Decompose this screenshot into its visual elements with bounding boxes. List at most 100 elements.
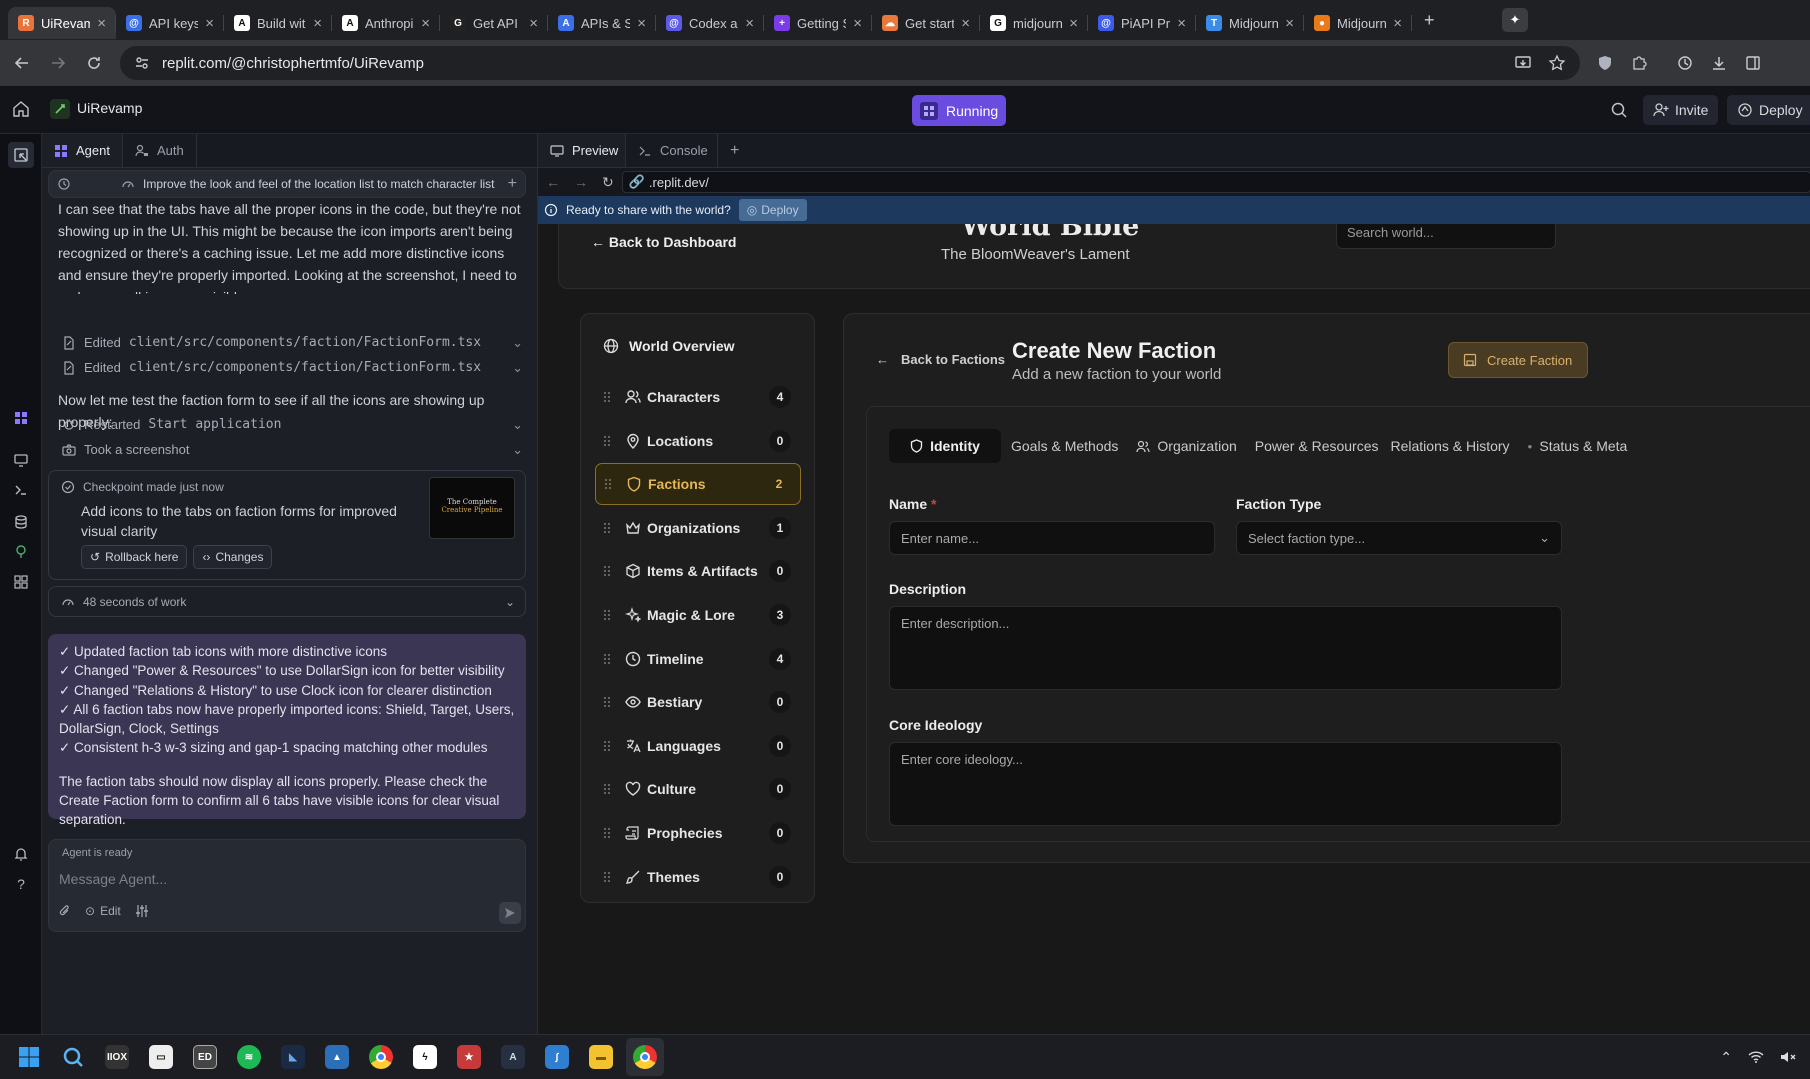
back-to-factions-link[interactable]: ← Back to Factions bbox=[876, 352, 1005, 367]
browser-tab[interactable]: T Midjourne × bbox=[1196, 7, 1304, 39]
browser-tab[interactable]: A Anthropic × bbox=[332, 7, 440, 39]
drag-handle-icon[interactable] bbox=[595, 609, 619, 621]
nav-item-items-artifacts[interactable]: Items & Artifacts 0 bbox=[595, 550, 801, 592]
chevron-down-icon[interactable]: ⌄ bbox=[512, 335, 523, 351]
help-icon[interactable]: ? bbox=[11, 874, 31, 894]
address-bar[interactable]: replit.com/@christophertmfo/UiRevamp bbox=[120, 46, 1580, 80]
files-icon[interactable] bbox=[8, 142, 34, 168]
search-icon[interactable] bbox=[1610, 101, 1628, 119]
close-tab-icon[interactable]: × bbox=[961, 15, 970, 32]
browser-tab[interactable]: ● Midjourne × bbox=[1304, 7, 1412, 39]
chevron-down-icon[interactable]: ⌄ bbox=[512, 417, 523, 433]
nav-item-characters[interactable]: Characters 4 bbox=[595, 376, 801, 418]
work-duration-row[interactable]: 48 seconds of work ⌄ bbox=[48, 586, 526, 617]
sliders-icon[interactable] bbox=[135, 904, 149, 918]
tab-goals-methods[interactable]: Goals & Methods bbox=[1003, 429, 1126, 463]
send-button[interactable] bbox=[499, 902, 521, 924]
tab-preview[interactable]: Preview bbox=[538, 134, 626, 167]
edit-app-icon[interactable]: ED bbox=[186, 1038, 224, 1076]
integrations-icon[interactable] bbox=[11, 542, 31, 562]
drag-handle-icon[interactable] bbox=[595, 653, 619, 665]
drag-handle-icon[interactable] bbox=[596, 478, 620, 490]
shield-extension-icon[interactable] bbox=[1588, 46, 1622, 80]
restart-action[interactable]: Restarted Start application ⌄ bbox=[42, 412, 537, 437]
install-app-icon[interactable] bbox=[1514, 54, 1532, 72]
close-tab-icon[interactable]: × bbox=[421, 15, 430, 32]
tab-agent[interactable]: Agent bbox=[42, 134, 123, 167]
nav-item-culture[interactable]: Culture 0 bbox=[595, 768, 801, 810]
message-input[interactable]: Message Agent... bbox=[59, 871, 167, 887]
download-icon[interactable] bbox=[1702, 46, 1736, 80]
console-rail-icon[interactable] bbox=[11, 480, 31, 500]
nav-item-locations[interactable]: Locations 0 bbox=[595, 420, 801, 462]
drag-handle-icon[interactable] bbox=[595, 565, 619, 577]
nav-item-factions[interactable]: Factions 2 bbox=[595, 463, 801, 506]
current-task-bar[interactable]: Improve the look and feel of the locatio… bbox=[48, 170, 526, 198]
edit-mode-button[interactable]: ⊙ Edit bbox=[85, 904, 121, 918]
close-tab-icon[interactable]: × bbox=[205, 15, 214, 32]
nav-item-prophecies[interactable]: Prophecies 0 bbox=[595, 812, 801, 854]
drag-handle-icon[interactable] bbox=[595, 827, 619, 839]
checkpoint-screenshot-thumbnail[interactable]: The Complete Creative Pipeline bbox=[429, 477, 515, 539]
extensions-puzzle-icon[interactable] bbox=[1622, 46, 1656, 80]
preview-reload-icon[interactable]: ↻ bbox=[602, 174, 614, 191]
chevron-down-icon[interactable]: ⌄ bbox=[505, 595, 515, 609]
drag-handle-icon[interactable] bbox=[595, 871, 619, 883]
vscode-app-icon[interactable]: ◣ bbox=[274, 1038, 312, 1076]
close-tab-icon[interactable]: × bbox=[97, 15, 106, 32]
nav-item-themes[interactable]: Themes 0 bbox=[595, 856, 801, 898]
tray-chevron-up-icon[interactable]: ⌃ bbox=[1720, 1049, 1732, 1066]
preview-forward-icon[interactable]: → bbox=[574, 174, 588, 190]
bolt-app-icon[interactable]: ϟ bbox=[406, 1038, 444, 1076]
edit-action[interactable]: Edited client/src/components/faction/Fac… bbox=[42, 355, 537, 380]
site-info-icon[interactable] bbox=[134, 55, 150, 71]
browser-tab[interactable]: @ PiAPI Prici × bbox=[1088, 7, 1196, 39]
browser-tab[interactable]: R UiRevamp × bbox=[8, 7, 116, 39]
tab-organization[interactable]: Organization bbox=[1128, 429, 1244, 463]
preview-rail-icon[interactable] bbox=[11, 450, 31, 470]
nav-item-languages[interactable]: Languages 0 bbox=[595, 725, 801, 767]
world-overview-link[interactable]: World Overview bbox=[603, 338, 735, 354]
back-to-dashboard-link[interactable]: ← Back to Dashboard bbox=[591, 234, 736, 250]
wifi-icon[interactable] bbox=[1748, 1050, 1764, 1064]
browser-tab[interactable]: Gmidjourne × bbox=[980, 7, 1088, 39]
create-faction-button[interactable]: Create Faction bbox=[1448, 342, 1588, 378]
browser-tab[interactable]: G Get API ke × bbox=[440, 7, 548, 39]
gemini-sparkle-icon[interactable]: ✦ bbox=[1502, 8, 1528, 32]
paperclip-icon[interactable] bbox=[59, 904, 71, 918]
back-arrow-icon[interactable] bbox=[4, 45, 40, 81]
browser-tab[interactable]: A Build with × bbox=[224, 7, 332, 39]
nav-item-bestiary[interactable]: Bestiary 0 bbox=[595, 681, 801, 723]
drag-handle-icon[interactable] bbox=[595, 435, 619, 447]
forward-arrow-icon[interactable] bbox=[40, 45, 76, 81]
browser-tab[interactable]: + Getting St × bbox=[764, 7, 872, 39]
history-icon[interactable] bbox=[57, 177, 71, 191]
notifications-icon[interactable] bbox=[11, 844, 31, 864]
banner-deploy-button[interactable]: ◎ Deploy bbox=[738, 199, 807, 221]
nav-item-timeline[interactable]: Timeline 4 bbox=[595, 638, 801, 680]
close-tab-icon[interactable]: × bbox=[1393, 15, 1402, 32]
new-task-plus-icon[interactable]: + bbox=[508, 175, 517, 193]
preview-url-field[interactable]: 🔗 .replit.dev/ bbox=[621, 171, 1810, 193]
tab-auth[interactable]: Auth bbox=[123, 134, 197, 167]
deploy-button[interactable]: Deploy bbox=[1727, 95, 1810, 125]
nav-item-magic-lore[interactable]: Magic & Lore 3 bbox=[595, 594, 801, 636]
red-app-icon[interactable]: ★ bbox=[450, 1038, 488, 1076]
feather-app-icon[interactable]: ∫ bbox=[538, 1038, 576, 1076]
close-tab-icon[interactable]: × bbox=[745, 15, 754, 32]
running-button[interactable]: Running bbox=[912, 95, 1007, 126]
start-icon[interactable] bbox=[10, 1038, 48, 1076]
iiox-app-icon[interactable]: IIOX bbox=[98, 1038, 136, 1076]
chevron-down-icon[interactable]: ⌄ bbox=[512, 442, 523, 458]
apps-grid-icon[interactable] bbox=[11, 572, 31, 592]
browser-tab[interactable]: ☁ Get starte × bbox=[872, 7, 980, 39]
name-input[interactable]: Enter name... bbox=[889, 521, 1215, 555]
history-icon[interactable] bbox=[1668, 46, 1702, 80]
tab-console[interactable]: Console bbox=[626, 134, 718, 167]
close-tab-icon[interactable]: × bbox=[529, 15, 538, 32]
close-tab-icon[interactable]: × bbox=[1177, 15, 1186, 32]
changes-button[interactable]: ‹› Changes bbox=[193, 545, 273, 569]
spotify-icon[interactable]: ≋ bbox=[230, 1038, 268, 1076]
preview-back-icon[interactable]: ← bbox=[546, 174, 560, 190]
project-name[interactable]: UiRevamp bbox=[77, 100, 142, 116]
